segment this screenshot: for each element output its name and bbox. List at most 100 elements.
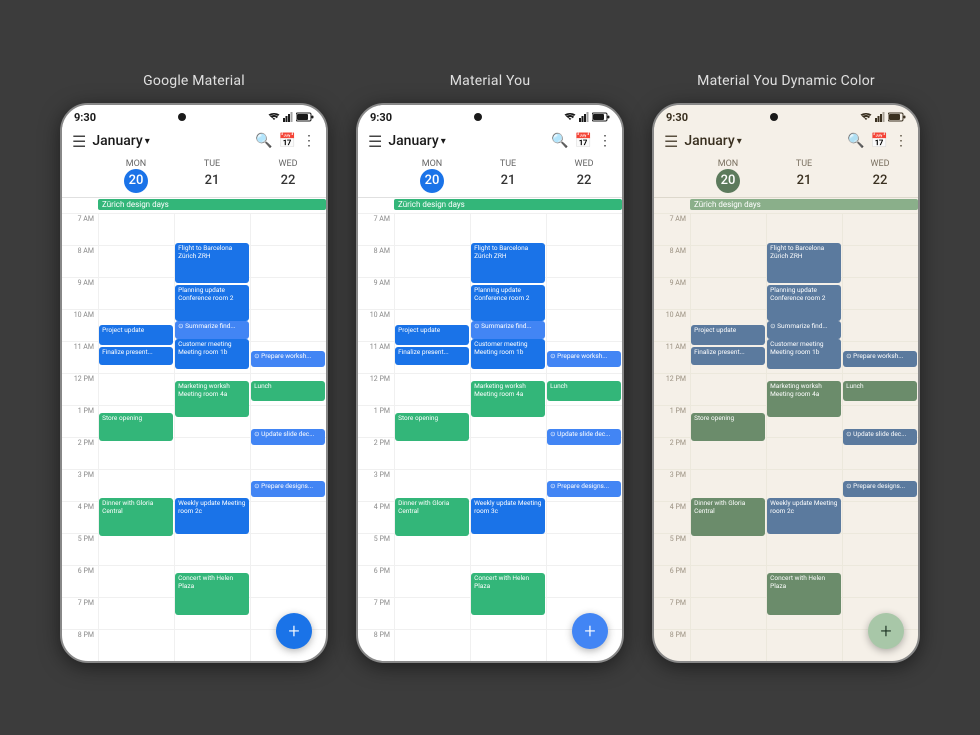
day-header-2[interactable]: Wed22 xyxy=(842,157,918,197)
hour-row-2: 9 AM xyxy=(358,277,622,309)
day-cell-7-1 xyxy=(766,438,842,469)
hour-label-8: 3 PM xyxy=(62,470,98,501)
all-day-bar: Zürich design days xyxy=(358,198,622,213)
hour-label-7: 2 PM xyxy=(654,438,690,469)
hour-row-7: 2 PM xyxy=(62,437,326,469)
menu-icon[interactable]: ☰ xyxy=(664,132,678,151)
more-icon[interactable]: ⋮ xyxy=(302,133,316,149)
calendar-icon[interactable]: 📅 xyxy=(279,133,296,149)
hour-label-0: 7 AM xyxy=(62,214,98,245)
hour-cells-2 xyxy=(98,278,326,309)
day-header-1[interactable]: TUE21 xyxy=(174,157,250,197)
day-cell-12-0 xyxy=(98,598,174,629)
more-icon[interactable]: ⋮ xyxy=(598,133,612,149)
status-bar: 9:30 xyxy=(358,105,622,126)
hour-cells-3 xyxy=(394,310,622,341)
hour-row-3: 10 AM xyxy=(62,309,326,341)
hour-cells-0 xyxy=(690,214,918,245)
search-icon[interactable]: 🔍 xyxy=(847,133,864,149)
more-icon[interactable]: ⋮ xyxy=(894,133,908,149)
hour-row-5: 12 PM xyxy=(358,373,622,405)
day-cell-6-2 xyxy=(546,406,622,437)
day-cell-1-1 xyxy=(174,246,250,277)
hour-label-13: 8 PM xyxy=(358,630,394,661)
day-header-0[interactable]: MON20 xyxy=(98,157,174,197)
wifi-icon xyxy=(860,112,872,122)
calendar-icon[interactable]: 📅 xyxy=(575,133,592,149)
day-header-0[interactable]: Mon20 xyxy=(690,157,766,197)
calendar-icon[interactable]: 📅 xyxy=(871,133,888,149)
day-cell-3-0 xyxy=(394,310,470,341)
hour-label-5: 12 PM xyxy=(358,374,394,405)
day-cell-10-2 xyxy=(842,534,918,565)
hour-row-9: 4 PM xyxy=(62,501,326,533)
hour-row-6: 1 PM xyxy=(654,405,918,437)
fab-button[interactable]: + xyxy=(276,613,312,649)
hour-label-4: 11 AM xyxy=(358,342,394,373)
day-header-row: MON20TUE21WED22 xyxy=(62,157,326,198)
hour-row-3: 10 AM xyxy=(358,309,622,341)
day-header-2[interactable]: WED22 xyxy=(250,157,326,197)
day-cell-12-1 xyxy=(766,598,842,629)
hour-row-2: 9 AM xyxy=(62,277,326,309)
day-cell-8-2 xyxy=(250,470,326,501)
menu-icon[interactable]: ☰ xyxy=(368,132,382,151)
time-grid: 7 AM8 AM9 AM10 AM11 AM12 PM1 PM2 PM3 PM4… xyxy=(358,213,622,661)
day-cell-5-1 xyxy=(174,374,250,405)
day-cell-0-2 xyxy=(250,214,326,245)
day-cell-11-1 xyxy=(174,566,250,597)
hour-label-13: 8 PM xyxy=(62,630,98,661)
day-cell-7-0 xyxy=(690,438,766,469)
column-label-material-you-dynamic: Material You Dynamic Color xyxy=(697,73,875,89)
hour-label-4: 11 AM xyxy=(654,342,690,373)
day-cell-9-0 xyxy=(394,502,470,533)
day-cell-3-2 xyxy=(546,310,622,341)
day-header-0[interactable]: Mon20 xyxy=(394,157,470,197)
search-icon[interactable]: 🔍 xyxy=(255,133,272,149)
hour-cells-4 xyxy=(98,342,326,373)
hour-row-6: 1 PM xyxy=(358,405,622,437)
day-cell-10-1 xyxy=(766,534,842,565)
hour-label-6: 1 PM xyxy=(358,406,394,437)
time-grid: 7 AM8 AM9 AM10 AM11 AM12 PM1 PM2 PM3 PM4… xyxy=(654,213,918,661)
hour-label-11: 6 PM xyxy=(358,566,394,597)
hour-cells-5 xyxy=(394,374,622,405)
day-cell-9-2 xyxy=(250,502,326,533)
hour-cells-7 xyxy=(690,438,918,469)
day-cell-10-2 xyxy=(250,534,326,565)
day-cell-0-0 xyxy=(98,214,174,245)
hour-cells-5 xyxy=(690,374,918,405)
day-cell-4-2 xyxy=(546,342,622,373)
day-header-1[interactable]: Tue21 xyxy=(766,157,842,197)
day-cell-8-1 xyxy=(470,470,546,501)
day-header-2[interactable]: Wed22 xyxy=(546,157,622,197)
fab-button[interactable]: + xyxy=(868,613,904,649)
day-header-row: Mon20Tue21Wed22 xyxy=(358,157,622,198)
day-cell-9-0 xyxy=(98,502,174,533)
day-cell-7-1 xyxy=(470,438,546,469)
hour-cells-9 xyxy=(98,502,326,533)
day-cell-2-0 xyxy=(690,278,766,309)
day-header-1[interactable]: Tue21 xyxy=(470,157,546,197)
day-cell-11-2 xyxy=(546,566,622,597)
search-icon[interactable]: 🔍 xyxy=(551,133,568,149)
day-cell-8-1 xyxy=(174,470,250,501)
month-title: January ▾ xyxy=(388,133,545,149)
day-cell-5-2 xyxy=(250,374,326,405)
hour-label-4: 11 AM xyxy=(62,342,98,373)
fab-button[interactable]: + xyxy=(572,613,608,649)
day-cell-3-2 xyxy=(842,310,918,341)
menu-icon[interactable]: ☰ xyxy=(72,132,86,151)
day-cell-2-1 xyxy=(470,278,546,309)
day-cell-2-2 xyxy=(842,278,918,309)
day-cell-4-0 xyxy=(690,342,766,373)
hour-label-3: 10 AM xyxy=(654,310,690,341)
day-cell-10-0 xyxy=(98,534,174,565)
phone-frame-google-material: 9:30 ☰ January ▾ 🔍 📅 ⋮ MON20TUE21WED22Zü… xyxy=(60,103,328,663)
hour-cells-4 xyxy=(394,342,622,373)
status-icons xyxy=(268,112,314,122)
day-cell-11-0 xyxy=(690,566,766,597)
hour-row-1: 8 AM xyxy=(358,245,622,277)
hour-label-3: 10 AM xyxy=(358,310,394,341)
day-cell-7-0 xyxy=(98,438,174,469)
